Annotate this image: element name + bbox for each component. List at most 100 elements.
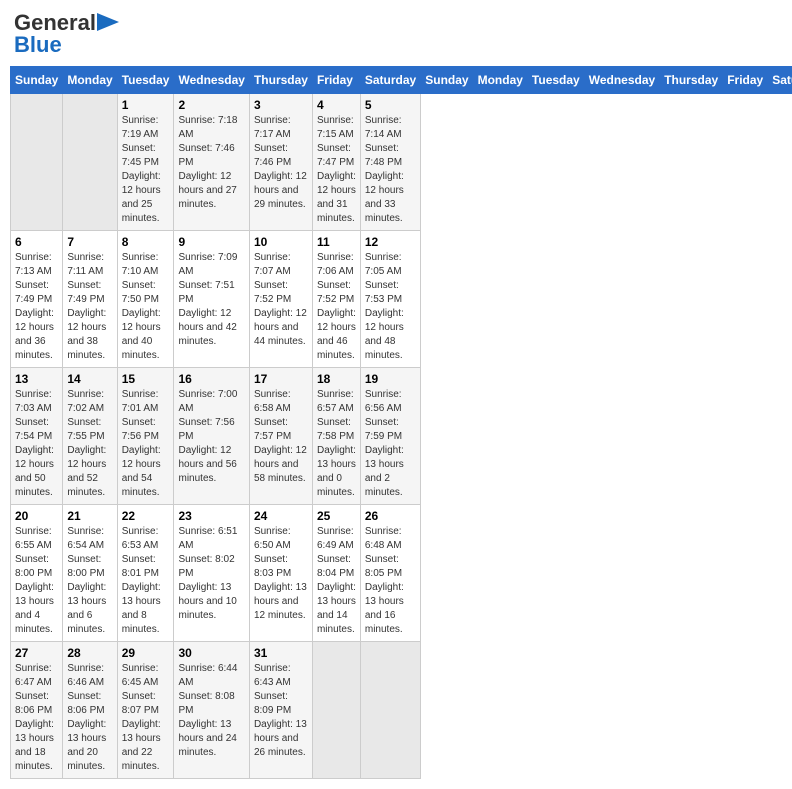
col-header-wednesday: Wednesday (584, 67, 659, 94)
calendar-cell: 4 Sunrise: 7:15 AMSunset: 7:47 PMDaylight… (312, 94, 360, 231)
calendar-cell: 22 Sunrise: 6:53 AMSunset: 8:01 PMDayligh… (117, 505, 174, 642)
calendar-cell: 12 Sunrise: 7:05 AMSunset: 7:53 PMDayligh… (360, 231, 420, 368)
cell-content: Sunrise: 6:47 AMSunset: 8:06 PMDaylight:… (15, 662, 58, 774)
cell-content: Sunrise: 7:17 AMSunset: 7:46 PMDaylight:… (254, 114, 308, 212)
day-number: 11 (317, 235, 356, 249)
calendar-cell: 19Sunrise: 6:56 AMSunset: 7:59 PMDayligh… (360, 368, 420, 505)
header-thursday: Thursday (249, 67, 312, 94)
calendar-cell: 8 Sunrise: 7:10 AMSunset: 7:50 PMDaylight… (117, 231, 174, 368)
calendar-header-row: SundayMondayTuesdayWednesdayThursdayFrid… (11, 67, 792, 94)
cell-content: Sunrise: 7:05 AMSunset: 7:53 PMDaylight:… (365, 251, 416, 363)
cell-content: Sunrise: 7:06 AMSunset: 7:52 PMDaylight:… (317, 251, 356, 363)
cell-content: Sunrise: 7:10 AMSunset: 7:50 PMDaylight:… (122, 251, 170, 363)
week-row-2: 6 Sunrise: 7:13 AMSunset: 7:49 PMDaylight… (11, 231, 792, 368)
day-number: 9 (178, 235, 244, 249)
calendar-cell (11, 94, 63, 231)
calendar-cell: 2Sunrise: 7:18 AMSunset: 7:46 PMDaylight… (174, 94, 249, 231)
day-number: 21 (67, 509, 112, 523)
calendar-cell: 7 Sunrise: 7:11 AMSunset: 7:49 PMDaylight… (63, 231, 117, 368)
calendar-cell: 9Sunrise: 7:09 AMSunset: 7:51 PMDaylight… (174, 231, 249, 368)
calendar-cell: 11 Sunrise: 7:06 AMSunset: 7:52 PMDayligh… (312, 231, 360, 368)
day-number: 30 (178, 646, 244, 660)
logo-arrow-icon (97, 13, 119, 31)
col-header-saturday: Saturday (768, 67, 792, 94)
calendar-cell: 25Sunrise: 6:49 AMSunset: 8:04 PMDayligh… (312, 505, 360, 642)
day-number: 24 (254, 509, 308, 523)
day-number: 20 (15, 509, 58, 523)
cell-content: Sunrise: 7:02 AMSunset: 7:55 PMDaylight:… (67, 388, 112, 500)
day-number: 29 (122, 646, 170, 660)
cell-content: Sunrise: 7:00 AMSunset: 7:56 PMDaylight:… (178, 388, 244, 486)
day-number: 4 (317, 98, 356, 112)
cell-content: Sunrise: 6:58 AMSunset: 7:57 PMDaylight:… (254, 388, 308, 486)
week-row-5: 27 Sunrise: 6:47 AMSunset: 8:06 PMDayligh… (11, 642, 792, 779)
day-number: 7 (67, 235, 112, 249)
calendar-cell: 18Sunrise: 6:57 AMSunset: 7:58 PMDayligh… (312, 368, 360, 505)
calendar-cell: 1Sunrise: 7:19 AMSunset: 7:45 PMDaylight… (117, 94, 174, 231)
cell-content: Sunrise: 6:50 AMSunset: 8:03 PMDaylight:… (254, 525, 308, 623)
day-number: 15 (122, 372, 170, 386)
header-wednesday: Wednesday (174, 67, 249, 94)
cell-content: Sunrise: 7:01 AMSunset: 7:56 PMDaylight:… (122, 388, 170, 500)
cell-content: Sunrise: 6:48 AMSunset: 8:05 PMDaylight:… (365, 525, 416, 637)
cell-content: Sunrise: 6:51 AMSunset: 8:02 PMDaylight:… (178, 525, 244, 623)
cell-content: Sunrise: 6:57 AMSunset: 7:58 PMDaylight:… (317, 388, 356, 500)
cell-content: Sunrise: 7:15 AMSunset: 7:47 PMDaylight:… (317, 114, 356, 226)
cell-content: Sunrise: 6:54 AMSunset: 8:00 PMDaylight:… (67, 525, 112, 637)
calendar-cell: 13 Sunrise: 7:03 AMSunset: 7:54 PMDayligh… (11, 368, 63, 505)
calendar-cell: 26Sunrise: 6:48 AMSunset: 8:05 PMDayligh… (360, 505, 420, 642)
calendar-cell: 3 Sunrise: 7:17 AMSunset: 7:46 PMDaylight… (249, 94, 312, 231)
calendar-cell: 10Sunrise: 7:07 AMSunset: 7:52 PMDayligh… (249, 231, 312, 368)
day-number: 1 (122, 98, 170, 112)
cell-content: Sunrise: 6:55 AMSunset: 8:00 PMDaylight:… (15, 525, 58, 637)
col-header-sunday: Sunday (421, 67, 473, 94)
day-number: 8 (122, 235, 170, 249)
cell-content: Sunrise: 7:07 AMSunset: 7:52 PMDaylight:… (254, 251, 308, 349)
day-number: 28 (67, 646, 112, 660)
day-number: 3 (254, 98, 308, 112)
calendar-cell: 24 Sunrise: 6:50 AMSunset: 8:03 PMDayligh… (249, 505, 312, 642)
col-header-monday: Monday (473, 67, 527, 94)
calendar-cell (312, 642, 360, 779)
day-number: 13 (15, 372, 58, 386)
week-row-1: 1Sunrise: 7:19 AMSunset: 7:45 PMDaylight… (11, 94, 792, 231)
day-number: 31 (254, 646, 308, 660)
day-number: 27 (15, 646, 58, 660)
day-number: 22 (122, 509, 170, 523)
calendar-cell (360, 642, 420, 779)
calendar-table: SundayMondayTuesdayWednesdayThursdayFrid… (10, 66, 792, 779)
cell-content: Sunrise: 6:46 AMSunset: 8:06 PMDaylight:… (67, 662, 112, 774)
calendar-cell: 16Sunrise: 7:00 AMSunset: 7:56 PMDayligh… (174, 368, 249, 505)
day-number: 17 (254, 372, 308, 386)
calendar-cell: 20 Sunrise: 6:55 AMSunset: 8:00 PMDayligh… (11, 505, 63, 642)
cell-content: Sunrise: 7:11 AMSunset: 7:49 PMDaylight:… (67, 251, 112, 363)
day-number: 6 (15, 235, 58, 249)
calendar-cell: 14Sunrise: 7:02 AMSunset: 7:55 PMDayligh… (63, 368, 117, 505)
col-header-tuesday: Tuesday (527, 67, 584, 94)
cell-content: Sunrise: 6:56 AMSunset: 7:59 PMDaylight:… (365, 388, 416, 500)
logo: General Blue (14, 10, 119, 58)
calendar-cell: 29Sunrise: 6:45 AMSunset: 8:07 PMDayligh… (117, 642, 174, 779)
cell-content: Sunrise: 7:14 AMSunset: 7:48 PMDaylight:… (365, 114, 416, 226)
calendar-cell: 30 Sunrise: 6:44 AMSunset: 8:08 PMDayligh… (174, 642, 249, 779)
day-number: 25 (317, 509, 356, 523)
calendar-cell: 21 Sunrise: 6:54 AMSunset: 8:00 PMDayligh… (63, 505, 117, 642)
day-number: 12 (365, 235, 416, 249)
calendar-cell: 31Sunrise: 6:43 AMSunset: 8:09 PMDayligh… (249, 642, 312, 779)
header-sunday: Sunday (11, 67, 63, 94)
header-saturday: Saturday (360, 67, 420, 94)
day-number: 5 (365, 98, 416, 112)
day-number: 23 (178, 509, 244, 523)
calendar-cell: 5 Sunrise: 7:14 AMSunset: 7:48 PMDaylight… (360, 94, 420, 231)
col-header-thursday: Thursday (660, 67, 723, 94)
calendar-cell (63, 94, 117, 231)
cell-content: Sunrise: 6:44 AMSunset: 8:08 PMDaylight:… (178, 662, 244, 760)
cell-content: Sunrise: 6:53 AMSunset: 8:01 PMDaylight:… (122, 525, 170, 637)
week-row-4: 20 Sunrise: 6:55 AMSunset: 8:00 PMDayligh… (11, 505, 792, 642)
calendar-cell: 17 Sunrise: 6:58 AMSunset: 7:57 PMDayligh… (249, 368, 312, 505)
calendar-cell: 15 Sunrise: 7:01 AMSunset: 7:56 PMDayligh… (117, 368, 174, 505)
cell-content: Sunrise: 7:13 AMSunset: 7:49 PMDaylight:… (15, 251, 58, 363)
header-tuesday: Tuesday (117, 67, 174, 94)
calendar-cell: 27 Sunrise: 6:47 AMSunset: 8:06 PMDayligh… (11, 642, 63, 779)
cell-content: Sunrise: 7:03 AMSunset: 7:54 PMDaylight:… (15, 388, 58, 500)
